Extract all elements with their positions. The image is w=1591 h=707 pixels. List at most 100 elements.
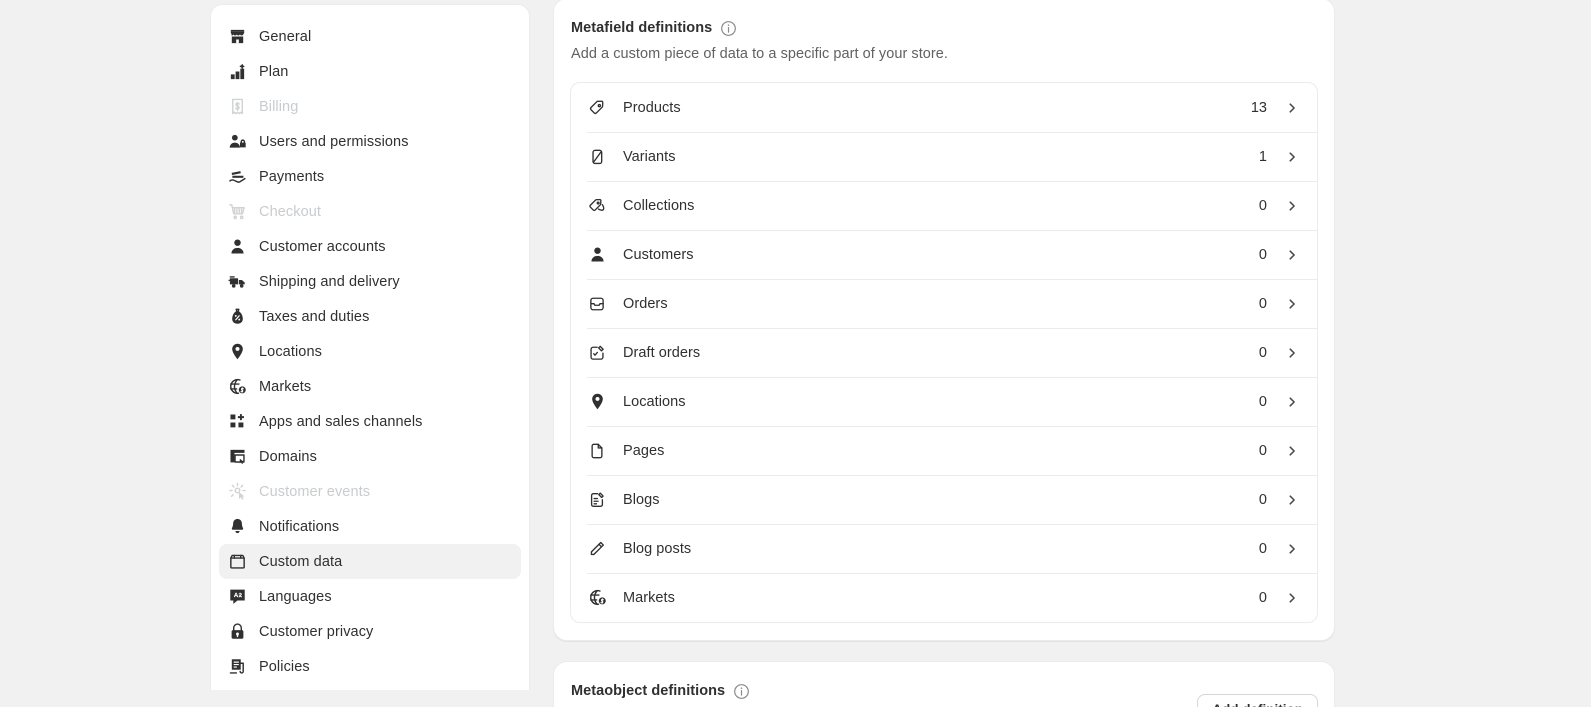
sidebar-item-customer-accounts[interactable]: Customer accounts bbox=[219, 229, 521, 264]
sidebar-item-label: Policies bbox=[259, 658, 310, 675]
metafield-row-count: 0 bbox=[1258, 540, 1267, 557]
page-icon bbox=[587, 441, 607, 461]
sidebar-item-checkout: Checkout bbox=[219, 194, 521, 229]
sidebar-item-label: Notifications bbox=[259, 518, 340, 535]
metafield-row-label: Orders bbox=[623, 295, 668, 312]
metafield-row-count: 13 bbox=[1250, 99, 1267, 116]
metafield-row-collections[interactable]: Collections 0 bbox=[571, 181, 1317, 230]
sidebar-item-label: Checkout bbox=[259, 203, 322, 220]
metafield-row-label: Blogs bbox=[623, 491, 660, 508]
draft-order-icon bbox=[587, 343, 607, 363]
sidebar-item-label: Payments bbox=[259, 168, 325, 185]
order-box-icon bbox=[587, 294, 607, 314]
pencil-icon bbox=[587, 539, 607, 559]
metafield-row-pages[interactable]: Pages 0 bbox=[571, 426, 1317, 475]
sidebar-item-label: Shipping and delivery bbox=[259, 273, 400, 290]
chevron-right-icon[interactable] bbox=[1285, 150, 1299, 164]
payments-icon bbox=[227, 167, 247, 187]
sidebar-item-label: Languages bbox=[259, 588, 332, 605]
metafield-definitions-card: Metafield definitions Add a custom piece… bbox=[553, 0, 1335, 641]
metafield-row-count: 0 bbox=[1258, 589, 1267, 606]
sidebar-item-label: Customer events bbox=[259, 483, 371, 500]
metafield-row-count: 0 bbox=[1258, 442, 1267, 459]
chevron-right-icon[interactable] bbox=[1285, 493, 1299, 507]
chevron-right-icon[interactable] bbox=[1285, 101, 1299, 115]
chevron-right-icon[interactable] bbox=[1285, 444, 1299, 458]
metaobject-title-row: Metaobject definitions bbox=[570, 678, 751, 701]
metaobject-title: Metaobject definitions bbox=[571, 683, 726, 699]
metafield-row-label: Pages bbox=[623, 442, 665, 459]
lock-icon bbox=[227, 622, 247, 642]
person-icon bbox=[587, 245, 607, 265]
metafield-row-customers[interactable]: Customers 0 bbox=[571, 230, 1317, 279]
sidebar-item-label: Customer privacy bbox=[259, 623, 374, 640]
metafield-row-blogs[interactable]: Blogs 0 bbox=[571, 475, 1317, 524]
sidebar-item-policies[interactable]: Policies bbox=[219, 649, 521, 684]
sidebar-item-locations[interactable]: Locations bbox=[219, 334, 521, 369]
metaobject-header: Metaobject definitions Add definition bbox=[570, 678, 1318, 707]
metafield-row-blog-posts[interactable]: Blog posts 0 bbox=[571, 524, 1317, 573]
sidebar-item-apps-and-sales-channels[interactable]: Apps and sales channels bbox=[219, 404, 521, 439]
location-pin-icon bbox=[227, 342, 247, 362]
sidebar-item-label: Taxes and duties bbox=[259, 308, 370, 325]
metafield-row-label: Draft orders bbox=[623, 344, 701, 361]
sidebar-item-users-and-permissions[interactable]: Users and permissions bbox=[219, 124, 521, 159]
sidebar-item-label: General bbox=[259, 28, 312, 45]
settings-page: General Plan Billing Users and permissions P… bbox=[0, 0, 1591, 707]
sidebar-item-label: Custom data bbox=[259, 553, 343, 570]
metaobject-definitions-card: Metaobject definitions Add definition bbox=[553, 661, 1335, 707]
sidebar-item-general[interactable]: General bbox=[219, 19, 521, 54]
chevron-right-icon[interactable] bbox=[1285, 346, 1299, 360]
main-content: Metafield definitions Add a custom piece… bbox=[553, 0, 1335, 707]
sidebar-item-customer-privacy[interactable]: Customer privacy bbox=[219, 614, 521, 649]
metafield-row-count: 0 bbox=[1258, 344, 1267, 361]
cart-icon bbox=[227, 202, 247, 222]
metafield-row-variants[interactable]: Variants 1 bbox=[571, 132, 1317, 181]
chevron-right-icon[interactable] bbox=[1285, 248, 1299, 262]
policies-icon bbox=[227, 657, 247, 677]
chevron-right-icon[interactable] bbox=[1285, 591, 1299, 605]
globe-dollar-icon bbox=[587, 588, 607, 608]
add-definition-button[interactable]: Add definition bbox=[1197, 694, 1318, 707]
chevron-right-icon[interactable] bbox=[1285, 542, 1299, 556]
metafield-row-orders[interactable]: Orders 0 bbox=[571, 279, 1317, 328]
sidebar-item-payments[interactable]: Payments bbox=[219, 159, 521, 194]
tag-stack-icon bbox=[587, 147, 607, 167]
info-circle-icon[interactable] bbox=[720, 20, 737, 37]
location-pin-icon bbox=[587, 392, 607, 412]
billing-receipt-icon bbox=[227, 97, 247, 117]
metafield-row-label: Locations bbox=[623, 393, 686, 410]
sidebar-item-custom-data[interactable]: Custom data bbox=[219, 544, 521, 579]
sidebar-item-taxes-and-duties[interactable]: Taxes and duties bbox=[219, 299, 521, 334]
sidebar-item-billing: Billing bbox=[219, 89, 521, 124]
metafield-row-markets[interactable]: Markets 0 bbox=[571, 573, 1317, 622]
sidebar-item-label: Markets bbox=[259, 378, 312, 395]
sidebar-item-notifications[interactable]: Notifications bbox=[219, 509, 521, 544]
chevron-right-icon[interactable] bbox=[1285, 199, 1299, 213]
person-icon bbox=[227, 237, 247, 257]
metafield-row-label: Customers bbox=[623, 246, 694, 263]
sidebar-item-label: Domains bbox=[259, 448, 317, 465]
page-subtitle: Add a custom piece of data to a specific… bbox=[571, 46, 948, 62]
bell-icon bbox=[227, 517, 247, 537]
sidebar-item-label: Apps and sales channels bbox=[259, 413, 423, 430]
info-circle-icon[interactable] bbox=[733, 683, 750, 700]
store-icon bbox=[227, 27, 247, 47]
metafield-row-locations[interactable]: Locations 0 bbox=[571, 377, 1317, 426]
metafield-row-label: Products bbox=[623, 99, 681, 116]
sidebar-item-languages[interactable]: Languages bbox=[219, 579, 521, 614]
chevron-right-icon[interactable] bbox=[1285, 395, 1299, 409]
languages-icon bbox=[227, 587, 247, 607]
sidebar-item-label: Customer accounts bbox=[259, 238, 386, 255]
chevron-right-icon[interactable] bbox=[1285, 297, 1299, 311]
metafield-row-count: 0 bbox=[1258, 197, 1267, 214]
metafield-row-draft-orders[interactable]: Draft orders 0 bbox=[571, 328, 1317, 377]
sidebar-item-markets[interactable]: Markets bbox=[219, 369, 521, 404]
metafield-row-label: Collections bbox=[623, 197, 695, 214]
metafield-row-label: Markets bbox=[623, 589, 675, 606]
metafield-row-label: Variants bbox=[623, 148, 676, 165]
sidebar-item-shipping-and-delivery[interactable]: Shipping and delivery bbox=[219, 264, 521, 299]
sidebar-item-plan[interactable]: Plan bbox=[219, 54, 521, 89]
metafield-row-products[interactable]: Products 13 bbox=[571, 83, 1317, 132]
sidebar-item-domains[interactable]: Domains bbox=[219, 439, 521, 474]
